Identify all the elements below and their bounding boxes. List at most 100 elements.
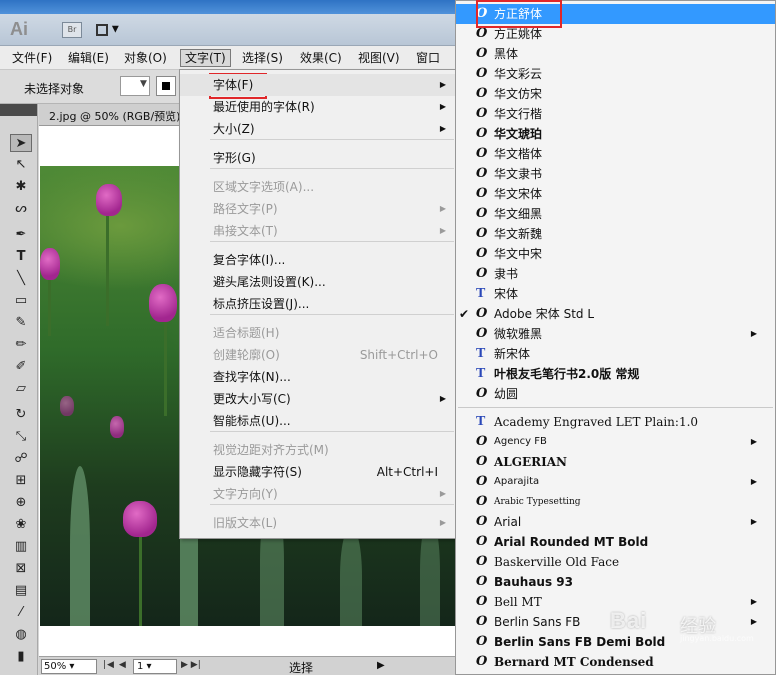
type-menu-item[interactable]: 更改大小写(C) ▶ bbox=[180, 388, 456, 410]
shape-builder-icon[interactable]: ⊕ bbox=[10, 494, 32, 512]
menu-2[interactable]: 对象(O) bbox=[120, 50, 171, 68]
menu-7[interactable]: 窗口 bbox=[412, 50, 444, 68]
font-item[interactable]: O 华文隶书 bbox=[456, 164, 775, 184]
type-tool-icon[interactable]: T bbox=[10, 248, 32, 266]
pen-tool-icon[interactable]: ✒ bbox=[10, 226, 32, 244]
rectangle-tool-icon[interactable]: ▭ bbox=[10, 292, 32, 310]
arrange-documents-button[interactable]: ▼ bbox=[96, 22, 128, 38]
menu-3[interactable]: 文字(T) bbox=[180, 49, 231, 67]
font-item[interactable]: ✔ O Adobe 宋体 Std L bbox=[456, 304, 775, 324]
font-item[interactable]: O 华文仿宋 bbox=[456, 84, 775, 104]
font-item[interactable]: O 华文彩云 bbox=[456, 64, 775, 84]
type-menu-item[interactable]: 查找字体(N)... bbox=[180, 366, 456, 388]
eraser-icon[interactable]: ▱ bbox=[10, 380, 32, 398]
mesh-tool-icon[interactable]: ⊠ bbox=[10, 560, 32, 578]
font-item[interactable]: O 微软雅黑 ▶ bbox=[456, 324, 775, 344]
font-item[interactable]: O Arabic Typesetting bbox=[456, 492, 775, 512]
pencil-icon[interactable]: ✏ bbox=[10, 336, 32, 354]
type-menu-item[interactable]: 显示隐藏字符(S) Alt+Ctrl+I bbox=[180, 461, 456, 483]
panel-header[interactable] bbox=[0, 104, 37, 116]
direct-selection-tool-icon[interactable]: ↖ bbox=[10, 156, 32, 174]
tulip-flower bbox=[96, 184, 122, 216]
blob-brush-icon[interactable]: ✐ bbox=[10, 358, 32, 376]
type-menu-item[interactable]: 智能标点(U)... bbox=[180, 410, 456, 432]
selection-tool-icon[interactable]: ➤ bbox=[10, 134, 32, 152]
type-menu-item[interactable]: 大小(Z) ▶ bbox=[180, 118, 456, 140]
menu-1[interactable]: 编辑(E) bbox=[64, 50, 113, 68]
font-item[interactable]: O 华文中宋 bbox=[456, 244, 775, 264]
eyedropper-icon[interactable]: ⁄ bbox=[10, 604, 32, 622]
font-item[interactable]: O Bauhaus 93 bbox=[456, 572, 775, 592]
scale-tool-icon[interactable]: ⤡ bbox=[10, 428, 32, 446]
font-item[interactable]: O Aparajita ▶ bbox=[456, 472, 775, 492]
paintbrush-icon[interactable]: ✎ bbox=[10, 314, 32, 332]
font-item[interactable]: O 华文琥珀 bbox=[456, 124, 775, 144]
font-item[interactable]: O 隶书 bbox=[456, 264, 775, 284]
line-tool-icon[interactable]: ╲ bbox=[10, 270, 32, 288]
opentype-font-icon: O bbox=[476, 306, 488, 321]
bridge-button[interactable]: Br bbox=[62, 22, 82, 38]
font-item[interactable]: O 华文细黑 bbox=[456, 204, 775, 224]
magic-wand-icon[interactable]: ✱ bbox=[10, 178, 32, 196]
font-item[interactable]: O Arial Rounded MT Bold bbox=[456, 532, 775, 552]
font-item[interactable]: T Academy Engraved LET Plain:1.0 bbox=[456, 412, 775, 432]
font-item[interactable]: O Arial ▶ bbox=[456, 512, 775, 532]
artboard-number-input[interactable]: 1 ▾ bbox=[133, 659, 177, 674]
opentype-font-icon: O bbox=[476, 454, 488, 469]
stroke-color-swatch[interactable] bbox=[156, 76, 176, 96]
gradient-tool-icon[interactable]: ▤ bbox=[10, 582, 32, 600]
font-item[interactable]: O 华文新魏 bbox=[456, 224, 775, 244]
menu-separator bbox=[458, 407, 773, 408]
font-item[interactable]: O Baskerville Old Face bbox=[456, 552, 775, 572]
font-item[interactable]: T 宋体 bbox=[456, 284, 775, 304]
opentype-font-icon: O bbox=[476, 266, 488, 281]
font-name: Academy Engraved LET Plain:1.0 bbox=[494, 415, 699, 429]
font-item[interactable]: O 幼圆 bbox=[456, 384, 775, 404]
rotate-tool-icon[interactable]: ↻ bbox=[10, 406, 32, 424]
font-name: Arial Rounded MT Bold bbox=[494, 535, 649, 549]
type-menu-item[interactable]: 字体(F) ▶ bbox=[180, 74, 456, 96]
lasso-icon[interactable]: ᔕ bbox=[10, 200, 32, 218]
shortcut-label: Alt+Ctrl+I bbox=[376, 465, 438, 479]
opentype-font-icon: O bbox=[476, 106, 488, 121]
submenu-arrow-icon: ▶ bbox=[439, 394, 446, 403]
menu-5[interactable]: 效果(C) bbox=[296, 50, 346, 68]
font-item[interactable]: O Bernard MT Condensed bbox=[456, 652, 775, 672]
type-menu-item: 文字方向(Y) ▶ bbox=[180, 483, 456, 505]
type-menu-item[interactable]: 避头尾法则设置(K)... bbox=[180, 271, 456, 293]
font-name: 华文仿宋 bbox=[494, 87, 543, 101]
first-artboard-button[interactable]: |◀ ◀ bbox=[103, 660, 127, 670]
menu-6[interactable]: 视图(V) bbox=[354, 50, 404, 68]
font-name: 幼圆 bbox=[494, 387, 519, 401]
opentype-font-icon: O bbox=[476, 66, 488, 81]
font-item[interactable]: O 华文楷体 bbox=[456, 144, 775, 164]
type-menu-item[interactable]: 最近使用的字体(R) ▶ bbox=[180, 96, 456, 118]
menu-4[interactable]: 选择(S) bbox=[238, 50, 287, 68]
leaf bbox=[340, 526, 362, 626]
type-menu-item[interactable]: 标点挤压设置(J)... bbox=[180, 293, 456, 315]
font-item[interactable]: O Agency FB ▶ bbox=[456, 432, 775, 452]
current-tool-status[interactable]: 选择 bbox=[289, 659, 313, 675]
column-graph-icon[interactable]: ▮ bbox=[10, 648, 32, 666]
type-menu-item[interactable]: 字形(G) bbox=[180, 147, 456, 169]
font-item[interactable]: O 华文宋体 bbox=[456, 184, 775, 204]
submenu-arrow-icon: ▶ bbox=[750, 477, 757, 486]
font-item[interactable]: O 黑体 bbox=[456, 44, 775, 64]
type-menu-item[interactable]: 复合字体(I)... bbox=[180, 249, 456, 271]
warp-tool-icon[interactable]: ☍ bbox=[10, 450, 32, 468]
menu-0[interactable]: 文件(F) bbox=[8, 50, 56, 68]
next-artboard-button[interactable]: ▶ ▶| bbox=[181, 660, 201, 670]
opentype-font-icon: O bbox=[476, 146, 488, 161]
font-item[interactable]: O ALGERIAN bbox=[456, 452, 775, 472]
zoom-select[interactable]: 50% ▾ bbox=[41, 659, 97, 674]
graph-tool-icon[interactable]: ▥ bbox=[10, 538, 32, 556]
symbol-sprayer-icon[interactable]: ❀ bbox=[10, 516, 32, 534]
chevron-down-icon[interactable]: ▼ bbox=[140, 79, 147, 89]
blend-tool-icon[interactable]: ◍ bbox=[10, 626, 32, 644]
font-item[interactable]: T 叶根友毛笔行书2.0版 常规 bbox=[456, 364, 775, 384]
font-item[interactable]: T 新宋体 bbox=[456, 344, 775, 364]
play-arrow-icon[interactable]: ▶ bbox=[377, 660, 385, 671]
free-transform-icon[interactable]: ⊞ bbox=[10, 472, 32, 490]
font-item[interactable]: O 华文行楷 bbox=[456, 104, 775, 124]
document-tab[interactable]: 2.jpg @ 50% (RGB/预览) bbox=[49, 108, 180, 124]
